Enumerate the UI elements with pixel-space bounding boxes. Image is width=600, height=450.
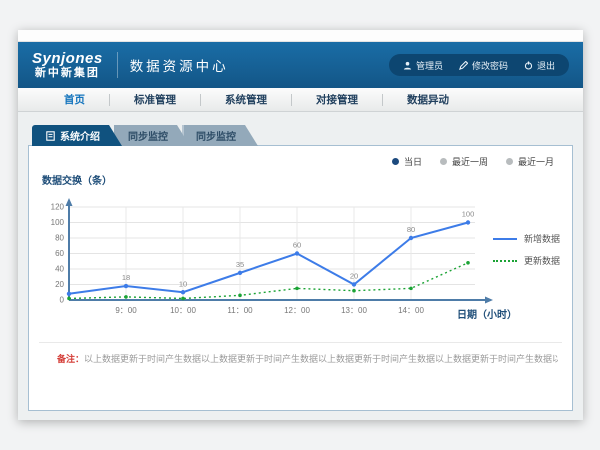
- footnote-label: 备注：: [57, 354, 84, 364]
- change-password-label: 修改密码: [472, 59, 508, 72]
- content-area: 系统介绍 同步监控 同步监控 当日 最近一周: [18, 112, 583, 419]
- tab-sync-monitor-1[interactable]: 同步监控: [114, 125, 190, 146]
- svg-text:14：00: 14：00: [398, 306, 424, 315]
- svg-text:12：00: 12：00: [284, 306, 310, 315]
- svg-text:100: 100: [462, 210, 475, 219]
- svg-text:18: 18: [122, 273, 130, 282]
- main-nav: 首页 标准管理 系统管理 对接管理 数据异动: [18, 88, 583, 112]
- svg-text:10: 10: [179, 279, 187, 288]
- nav-item-home[interactable]: 首页: [40, 92, 109, 107]
- chart-legend: 新增数据 更新数据: [493, 232, 560, 267]
- svg-text:60: 60: [293, 241, 301, 250]
- radio-label: 当日: [404, 155, 422, 168]
- radio-label: 最近一月: [518, 155, 554, 168]
- logo-text-en: Synjones: [32, 51, 103, 66]
- svg-text:13：00: 13：00: [341, 306, 367, 315]
- legend-item-updated-data: 更新数据: [493, 254, 560, 267]
- radio-today[interactable]: 当日: [392, 155, 422, 168]
- logout-button[interactable]: 退出: [524, 59, 555, 72]
- radio-dot-icon: [392, 158, 399, 165]
- window-top-strip: [18, 30, 583, 42]
- page-title: 数据资源中心: [130, 55, 229, 75]
- radio-last-week[interactable]: 最近一周: [440, 155, 488, 168]
- chart-x-axis-title: 日期（小时）: [457, 306, 517, 321]
- svg-text:80: 80: [407, 225, 415, 234]
- document-icon: [46, 131, 55, 141]
- footnote: 备注：以上数据更新于时间产生数据以上数据更新于时间产生数据以上数据更新于时间产生…: [57, 352, 558, 365]
- svg-text:60: 60: [55, 249, 64, 258]
- svg-text:10：00: 10：00: [170, 306, 196, 315]
- line-chart: 0 20 40 60 80 100 120 9：00 10：00 11：00 12：00 13：00 1…: [49, 192, 501, 332]
- radio-dot-icon: [506, 158, 513, 165]
- dotted-line-swatch: [493, 260, 517, 262]
- solid-line-swatch: [493, 238, 517, 240]
- header-divider: [117, 52, 118, 78]
- legend-label: 新增数据: [524, 232, 560, 245]
- current-user-label: 管理员: [416, 59, 443, 72]
- logout-label: 退出: [537, 59, 555, 72]
- legend-item-new-data: 新增数据: [493, 232, 560, 245]
- company-logo: Synjones 新中新集团: [32, 51, 103, 79]
- svg-text:11：00: 11：00: [227, 306, 253, 315]
- app-header: Synjones 新中新集团 数据资源中心 管理员 修改密码 退出: [18, 42, 583, 88]
- radio-label: 最近一周: [452, 155, 488, 168]
- nav-item-interface-mgmt[interactable]: 对接管理: [292, 92, 382, 107]
- nav-item-standard-mgmt[interactable]: 标准管理: [110, 92, 200, 107]
- svg-text:0: 0: [60, 296, 65, 305]
- tab-sync-monitor-2[interactable]: 同步监控: [182, 125, 258, 146]
- svg-text:100: 100: [51, 218, 65, 227]
- nav-item-system-mgmt[interactable]: 系统管理: [201, 92, 291, 107]
- radio-last-month[interactable]: 最近一月: [506, 155, 554, 168]
- tab-system-intro[interactable]: 系统介绍: [32, 125, 122, 146]
- power-icon: [524, 61, 533, 70]
- change-password-button[interactable]: 修改密码: [459, 59, 508, 72]
- footnote-text: 以上数据更新于时间产生数据以上数据更新于时间产生数据以上数据更新于时间产生数据以…: [84, 354, 558, 364]
- svg-text:35: 35: [236, 260, 244, 269]
- tab-label: 同步监控: [196, 128, 236, 143]
- logo-text-cn: 新中新集团: [35, 68, 100, 79]
- svg-text:20: 20: [350, 272, 358, 281]
- chart-y-axis-title: 数据交换（条）: [42, 172, 112, 187]
- user-toolbar: 管理员 修改密码 退出: [389, 54, 569, 76]
- svg-text:9：00: 9：00: [115, 306, 137, 315]
- edit-icon: [459, 61, 468, 70]
- legend-label: 更新数据: [524, 254, 560, 267]
- user-icon: [403, 61, 412, 70]
- svg-text:40: 40: [55, 265, 64, 274]
- svg-text:120: 120: [51, 203, 65, 212]
- panel-divider: [39, 342, 562, 343]
- svg-text:80: 80: [55, 234, 64, 243]
- tab-label: 同步监控: [128, 128, 168, 143]
- svg-text:20: 20: [55, 280, 64, 289]
- chart-panel: 当日 最近一周 最近一月 数据交换（条） 0 20 40 60 80 100 120 9：00…: [28, 145, 573, 411]
- tab-label: 系统介绍: [60, 128, 100, 143]
- tab-bar: 系统介绍 同步监控 同步监控: [32, 125, 258, 146]
- time-range-filter: 当日 最近一周 最近一月: [392, 155, 554, 168]
- current-user[interactable]: 管理员: [403, 59, 443, 72]
- radio-dot-icon: [440, 158, 447, 165]
- app-window: Synjones 新中新集团 数据资源中心 管理员 修改密码 退出 首页 标准管…: [18, 30, 583, 420]
- nav-item-data-change[interactable]: 数据异动: [383, 92, 473, 107]
